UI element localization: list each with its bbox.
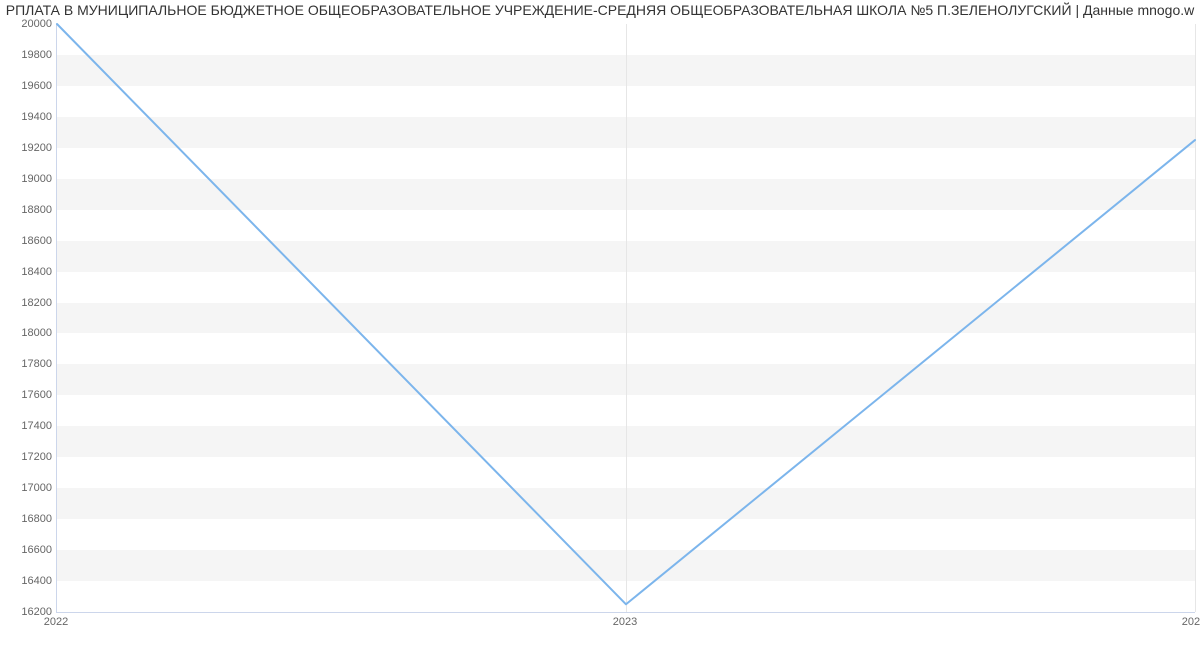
y-tick-label: 19200 [4, 142, 52, 154]
y-tick-label: 19800 [4, 49, 52, 61]
y-tick-label: 18400 [4, 266, 52, 278]
x-tick-label: 2022 [44, 616, 68, 628]
y-tick-label: 18800 [4, 204, 52, 216]
line-layer [57, 24, 1195, 612]
gridline-vertical [1195, 24, 1196, 612]
y-tick-label: 17000 [4, 482, 52, 494]
y-tick-label: 16400 [4, 575, 52, 587]
y-tick-label: 20000 [4, 18, 52, 30]
x-tick-label: 2023 [613, 616, 637, 628]
y-tick-label: 18000 [4, 327, 52, 339]
plot-area [56, 24, 1195, 613]
chart: РПЛАТА В МУНИЦИПАЛЬНОЕ БЮДЖЕТНОЕ ОБЩЕОБР… [0, 0, 1200, 650]
y-tick-label: 16600 [4, 544, 52, 556]
y-tick-label: 17800 [4, 358, 52, 370]
y-tick-label: 17400 [4, 420, 52, 432]
y-tick-label: 16800 [4, 513, 52, 525]
y-tick-label: 19400 [4, 111, 52, 123]
y-tick-label: 17200 [4, 451, 52, 463]
chart-title: РПЛАТА В МУНИЦИПАЛЬНОЕ БЮДЖЕТНОЕ ОБЩЕОБР… [0, 2, 1200, 18]
y-tick-label: 19000 [4, 173, 52, 185]
y-tick-label: 18200 [4, 297, 52, 309]
y-tick-label: 17600 [4, 389, 52, 401]
series-line [57, 24, 1195, 604]
x-tick-label: 2024 [1182, 616, 1200, 628]
y-tick-label: 19600 [4, 80, 52, 92]
y-tick-label: 18600 [4, 235, 52, 247]
